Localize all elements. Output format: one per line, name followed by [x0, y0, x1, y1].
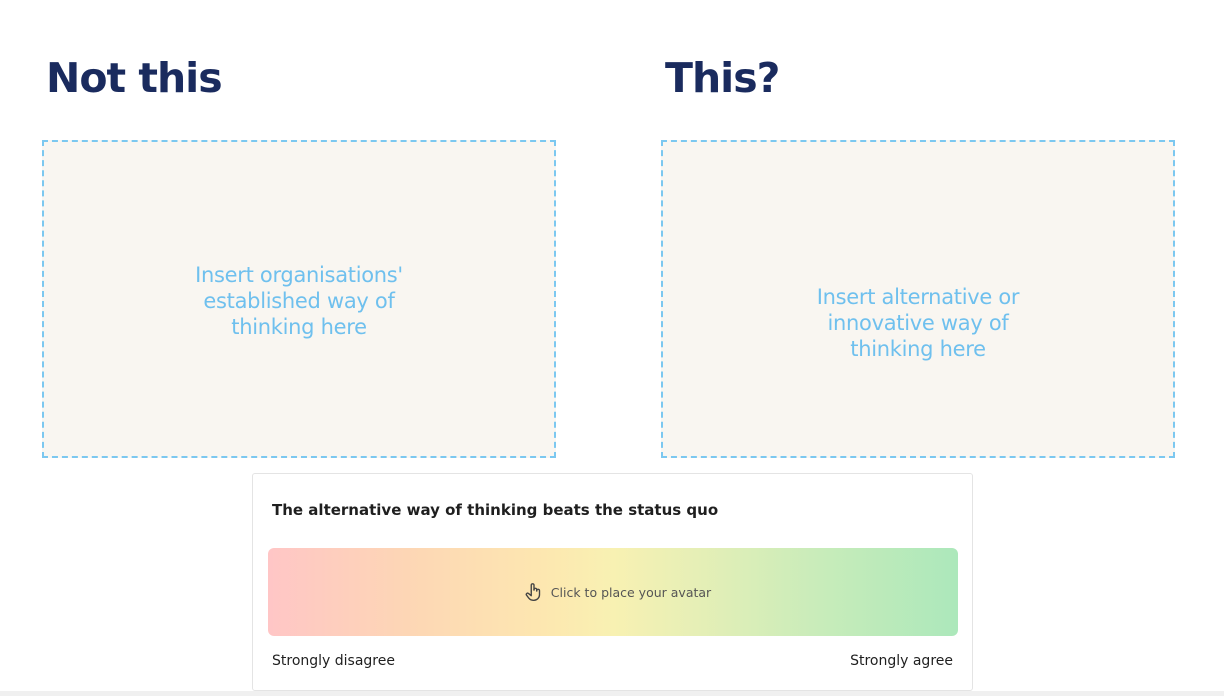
right-placeholder-box[interactable]: Insert alternative or innovative way of … [661, 140, 1175, 458]
poll-card: The alternative way of thinking beats th… [252, 473, 973, 691]
right-placeholder-text: Insert alternative or innovative way of … [816, 284, 1020, 361]
scale-prompt-text: Click to place your avatar [550, 584, 712, 600]
bottom-divider [0, 691, 1224, 696]
scale-max-label: Strongly agree [850, 653, 953, 669]
poll-question: The alternative way of thinking beats th… [272, 501, 719, 519]
left-heading: Not this [46, 54, 223, 102]
scale-prompt: Click to place your avatar [523, 581, 711, 603]
left-placeholder-box[interactable]: Insert organisations' established way of… [42, 140, 556, 458]
hand-pointer-icon [523, 581, 545, 603]
left-placeholder-text: Insert organisations' established way of… [195, 263, 403, 339]
agreement-scale[interactable]: Click to place your avatar [268, 548, 958, 636]
scale-min-label: Strongly disagree [272, 653, 395, 669]
right-heading: This? [665, 54, 780, 102]
